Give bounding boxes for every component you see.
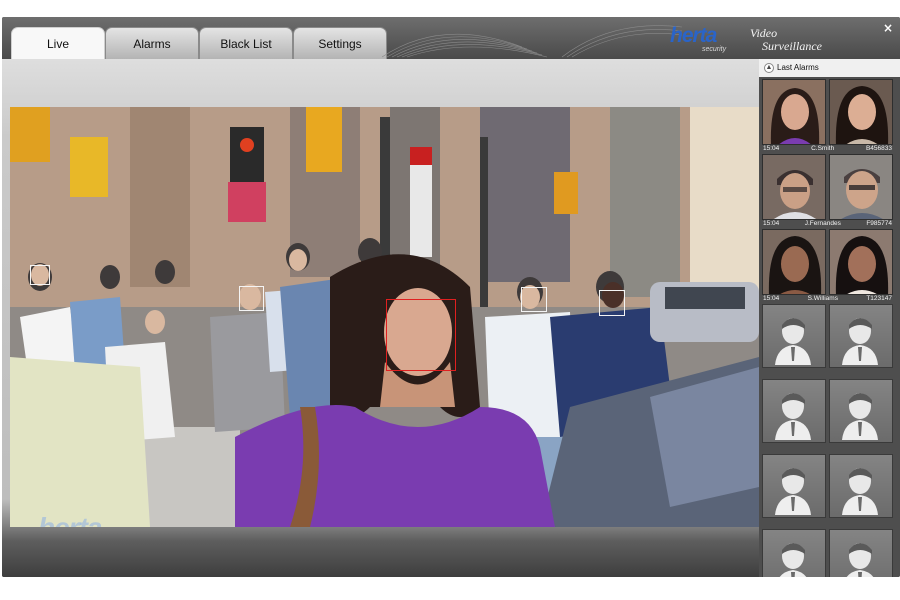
face-detection-box bbox=[239, 286, 264, 311]
captured-face-thumbnail bbox=[762, 79, 826, 145]
app-window: Live Alarms Black List Settings herta se… bbox=[2, 17, 900, 577]
face-match-alert-box bbox=[386, 299, 456, 371]
face-detection-box bbox=[30, 265, 50, 285]
title-bar: Live Alarms Black List Settings herta se… bbox=[2, 17, 900, 60]
captured-face-thumbnail bbox=[762, 229, 826, 295]
decorative-swirl bbox=[382, 25, 682, 58]
alarm-id: F985774 bbox=[866, 220, 892, 227]
tab-alarms[interactable]: Alarms bbox=[105, 27, 199, 59]
alarm-id: T123147 bbox=[866, 295, 892, 302]
captured-face-thumbnail bbox=[762, 154, 826, 220]
brand-name: herta bbox=[670, 24, 717, 47]
alarm-name: J.Fernandes bbox=[804, 220, 841, 227]
alarm-time: 15:04 bbox=[763, 145, 780, 152]
user-silhouette-icon bbox=[762, 454, 826, 518]
user-silhouette-icon bbox=[829, 379, 893, 443]
face-detection-box bbox=[521, 287, 547, 312]
live-video-feed[interactable]: herta security bbox=[10, 107, 759, 527]
face-detection-box bbox=[599, 290, 625, 316]
video-watermark-logo: herta bbox=[38, 512, 102, 527]
alarm-caption: 15:04 C.Smith B456833 bbox=[762, 145, 893, 154]
live-view-area: herta security bbox=[2, 59, 759, 577]
empty-alarm-row bbox=[762, 379, 898, 454]
empty-alarm-row bbox=[762, 304, 898, 379]
alarm-caption: 15:04 J.Fernandes F985774 bbox=[762, 220, 893, 229]
alarm-item[interactable]: 15:04 S.Williams T123147 bbox=[762, 229, 898, 304]
last-alarms-panel: ▲ Last Alarms 15:04 C.Smith B456833 15:0… bbox=[759, 59, 900, 577]
user-silhouette-icon bbox=[762, 529, 826, 577]
last-alarms-title: Last Alarms bbox=[777, 63, 819, 72]
alarm-id: B456833 bbox=[865, 145, 892, 152]
alarm-time: 15:04 bbox=[763, 220, 780, 227]
alarm-item[interactable]: 15:04 C.Smith B456833 bbox=[762, 79, 898, 154]
alarm-item[interactable]: 15:04 J.Fernandes F985774 bbox=[762, 154, 898, 229]
empty-alarm-row bbox=[762, 529, 898, 577]
chevron-up-icon[interactable]: ▲ bbox=[764, 63, 774, 73]
video-scene bbox=[10, 107, 759, 527]
user-silhouette-icon bbox=[762, 304, 826, 368]
brand-logo: herta security Video Surveillance bbox=[670, 22, 850, 58]
user-silhouette-icon bbox=[829, 454, 893, 518]
alarm-list: 15:04 C.Smith B456833 15:04 J.Fernandes … bbox=[762, 79, 898, 577]
user-silhouette-icon bbox=[829, 304, 893, 368]
blacklist-face-thumbnail bbox=[829, 229, 893, 295]
alarm-time: 15:04 bbox=[763, 295, 780, 302]
blacklist-face-thumbnail bbox=[829, 79, 893, 145]
user-silhouette-icon bbox=[762, 379, 826, 443]
last-alarms-header[interactable]: ▲ Last Alarms bbox=[759, 59, 900, 77]
user-silhouette-icon bbox=[829, 529, 893, 577]
empty-alarm-row bbox=[762, 454, 898, 529]
close-button[interactable]: × bbox=[880, 20, 896, 36]
alarm-name: C.Smith bbox=[811, 145, 835, 152]
product-name-line2: Surveillance bbox=[762, 39, 822, 53]
alarm-caption: 15:04 S.Williams T123147 bbox=[762, 295, 893, 304]
tab-settings[interactable]: Settings bbox=[293, 27, 387, 59]
blacklist-face-thumbnail bbox=[829, 154, 893, 220]
tab-live[interactable]: Live bbox=[11, 27, 105, 60]
tab-black-list[interactable]: Black List bbox=[199, 27, 293, 59]
alarm-name: S.Williams bbox=[807, 295, 838, 302]
brand-subtitle: security bbox=[702, 46, 727, 53]
